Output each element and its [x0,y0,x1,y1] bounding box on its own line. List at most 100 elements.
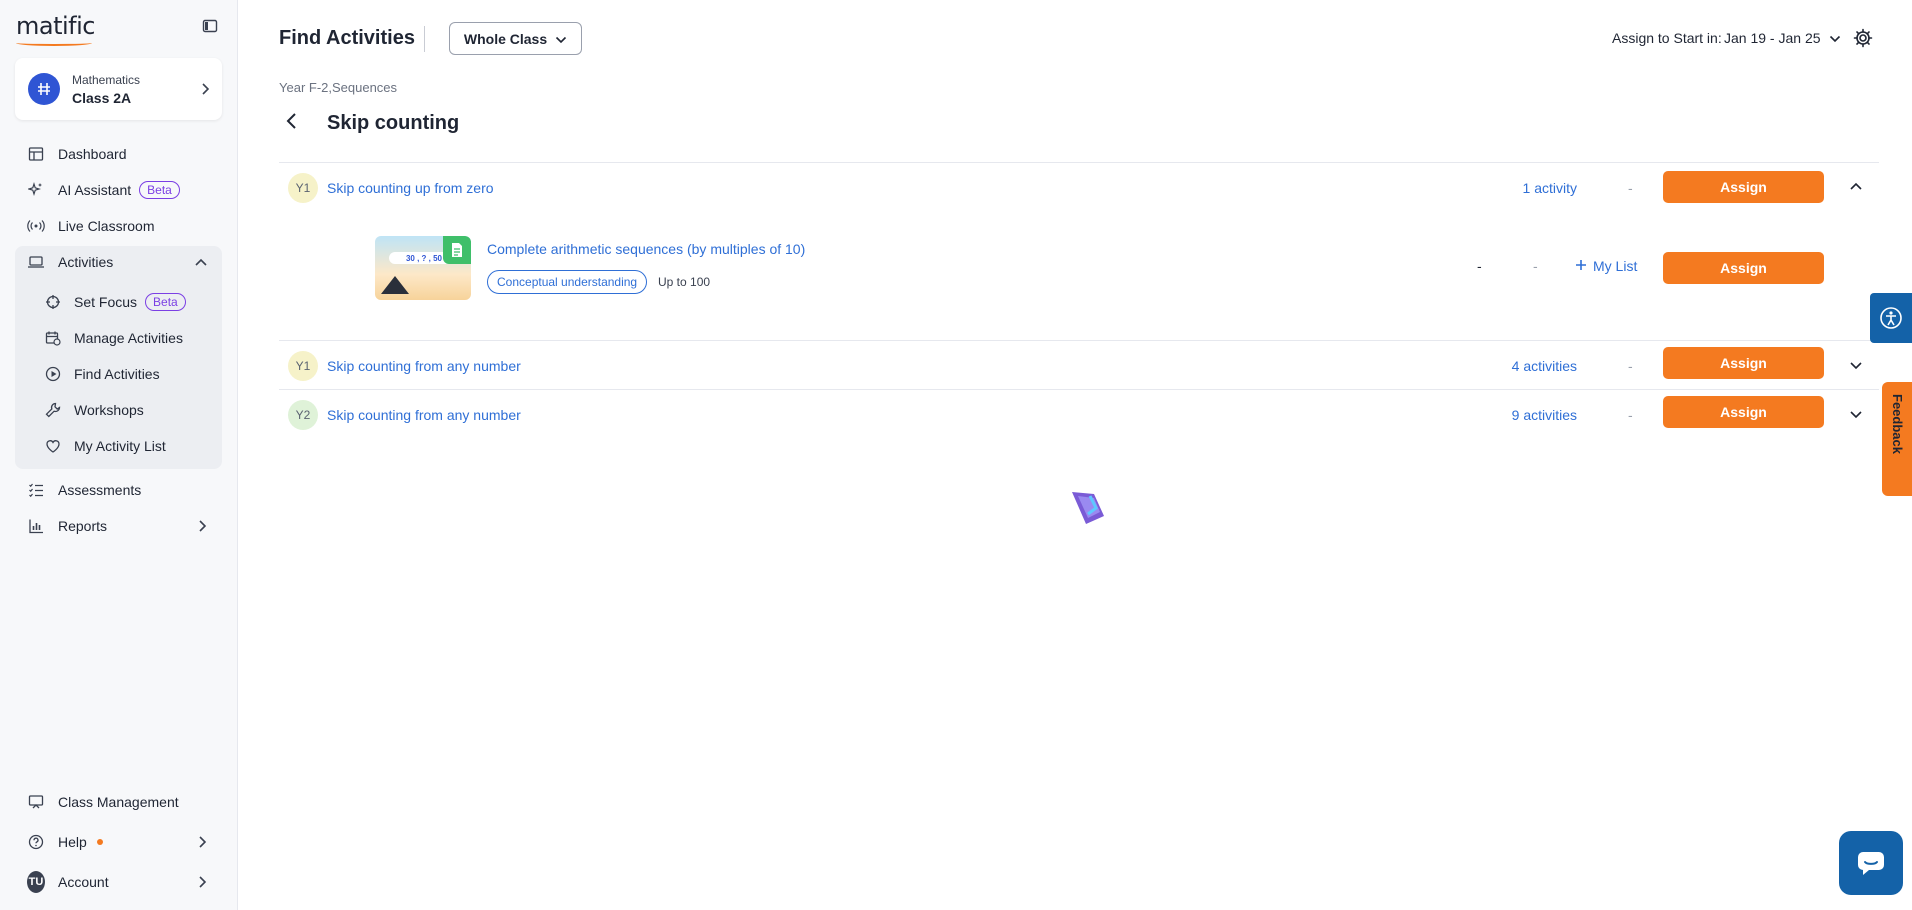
row-activity-count[interactable]: 4 activities [1477,358,1577,374]
sidebar-item-label: Manage Activities [74,330,183,346]
sidebar-item-label: Find Activities [74,366,160,382]
chevron-up-icon[interactable] [1849,179,1863,197]
sidebar-item-label: My Activity List [74,438,166,454]
laptop-icon [27,253,45,271]
assign-start-label: Assign to Start in: [1612,30,1722,46]
assign-button[interactable]: Assign [1663,396,1824,428]
matific-logo[interactable]: matific [16,12,95,46]
sidebar-item-find-activities[interactable]: Find Activities [30,359,220,389]
crosshair-icon [44,293,62,311]
sidebar-item-manage-activities[interactable]: Manage Activities [30,323,220,353]
activity-thumbnail[interactable]: 30 , ? , 50 [375,236,471,300]
back-arrow-icon[interactable] [285,112,299,135]
feedback-label: Feedback [1890,394,1905,454]
my-list-label: My List [1593,258,1638,274]
year-badge: Y1 [288,351,318,381]
title-divider [424,26,425,52]
sidebar-item-live-classroom[interactable]: Live Classroom [15,210,222,242]
row-title[interactable]: Skip counting from any number [327,358,521,374]
assign-button[interactable]: Assign [1663,171,1824,203]
sidebar-item-label: Workshops [74,402,144,418]
accessibility-icon[interactable] [1870,293,1912,343]
chevron-right-icon [198,875,208,892]
assign-button[interactable]: Assign [1663,252,1824,284]
table-row: Y1 Skip counting from any number 4 activ… [279,341,1879,389]
heart-icon [44,437,62,455]
chat-icon[interactable] [1839,831,1903,895]
date-range-value: Jan 19 - Jan 25 [1724,30,1821,46]
sparkle-icon [27,181,45,199]
sidebar-item-set-focus[interactable]: Set Focus Beta [30,287,220,317]
beta-badge: Beta [139,181,180,199]
sidebar-item-dashboard[interactable]: Dashboard [15,138,222,170]
sidebar-item-class-management[interactable]: Class Management [15,786,222,818]
sidebar-item-reports[interactable]: Reports [15,510,222,542]
add-to-my-list-button[interactable]: My List [1575,258,1637,274]
table-row: Y1 Skip counting up from zero 1 activity… [279,163,1879,211]
sidebar-item-workshops[interactable]: Workshops [30,395,220,425]
year-badge: Y2 [288,400,318,430]
sidebar-item-activities[interactable]: Activities [15,246,222,278]
sidebar-item-my-activity-list[interactable]: My Activity List [30,431,220,461]
whiteboard-icon [27,793,45,811]
activity-dash: - [1477,258,1482,274]
chevron-up-icon [194,255,208,271]
logo-text: matific [16,12,95,40]
breadcrumb: Year F-2,Sequences [279,80,398,95]
class-select-value: Whole Class [463,30,548,47]
row-dash: - [1628,407,1633,423]
row-title[interactable]: Skip counting up from zero [327,180,494,196]
sidebar-item-assessments[interactable]: Assessments [15,474,222,506]
row-title[interactable]: Skip counting from any number [327,407,521,423]
mountain-illustration [381,276,409,294]
class-avatar-icon [28,73,60,105]
sidebar-item-label: Assessments [58,482,142,498]
help-circle-icon [27,833,45,851]
dashboard-icon [27,145,45,163]
row-activity-count[interactable]: 9 activities [1477,407,1577,423]
chevron-right-icon [198,519,208,536]
sidebar-item-label: AI Assistant [58,182,132,198]
account-avatar: TU [27,871,45,893]
play-circle-icon [44,365,62,383]
account-initials: TU [27,871,45,893]
document-icon [443,236,471,264]
activity-dash: - [1533,258,1538,274]
sidebar-item-label: Live Classroom [58,218,155,234]
class-select-dropdown[interactable]: Whole Class [449,22,582,55]
calendar-clock-icon [44,329,62,347]
row-dash: - [1628,180,1633,196]
sidebar: matific Mathematics Class 2A Dashboard A… [0,0,238,910]
row-activity-count[interactable]: 1 activity [1477,180,1577,196]
gear-icon[interactable] [1853,28,1873,53]
logo-swoosh [16,40,92,46]
activity-title[interactable]: Complete arithmetic sequences (by multip… [487,241,805,257]
class-name: Class 2A [72,90,132,106]
sidebar-item-label: Account [58,874,109,890]
sidebar-item-ai-assistant[interactable]: AI Assistant Beta [15,174,222,206]
class-subject: Mathematics [72,73,141,87]
feedback-tab[interactable]: Feedback [1882,382,1912,496]
class-selector-card[interactable]: Mathematics Class 2A [15,58,222,120]
sidebar-item-label: Set Focus [74,294,138,310]
year-badge: Y1 [288,173,318,203]
table-row: Y2 Skip counting from any number 9 activ… [279,390,1879,438]
chevron-down-icon[interactable] [1849,357,1863,375]
row-dash: - [1628,358,1633,374]
number-range: Up to 100 [658,275,711,289]
skill-tag: Conceptual understanding [487,270,648,294]
sidebar-item-help[interactable]: Help [15,826,222,858]
chevron-right-icon [198,835,208,852]
sidebar-item-label: Reports [58,518,108,534]
sidebar-item-label: Help [58,834,87,850]
chevron-right-icon [201,82,211,101]
sidebar-collapse-icon[interactable] [202,18,218,34]
sidebar-item-account[interactable]: TU Account [15,866,222,898]
bar-chart-icon [27,517,45,535]
topic-title: Skip counting [327,112,460,134]
assign-button[interactable]: Assign [1663,347,1824,379]
page-title: Find Activities [279,27,415,49]
loading-spinner-icon [1068,486,1112,535]
date-range-dropdown[interactable]: Jan 19 - Jan 25 [1724,30,1841,46]
chevron-down-icon[interactable] [1849,406,1863,424]
